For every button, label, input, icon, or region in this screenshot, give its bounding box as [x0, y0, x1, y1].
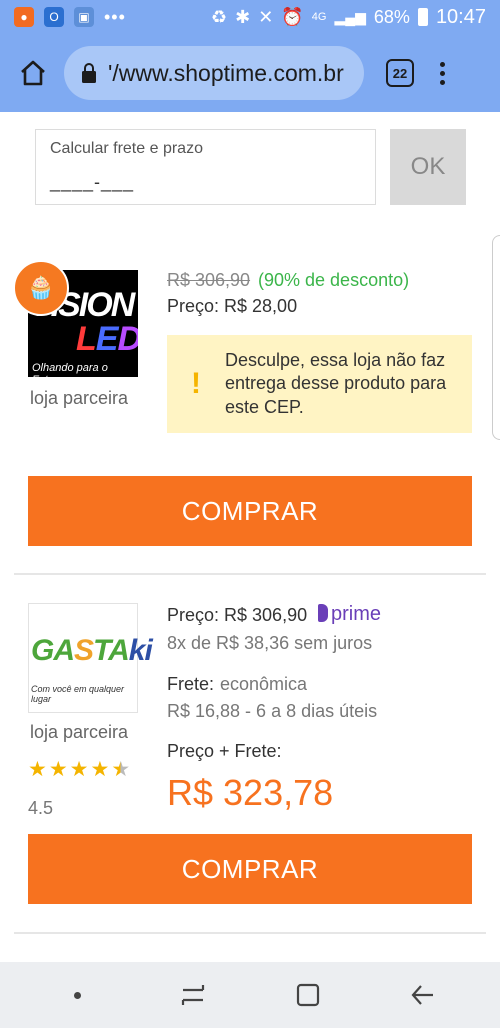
old-price: R$ 306,90 [167, 270, 251, 290]
shipping-label: Frete: [167, 674, 215, 694]
recent-apps-icon[interactable] [173, 975, 213, 1015]
prime-icon [318, 604, 328, 622]
discount-label: (90% de desconto) [258, 270, 410, 290]
calculate-shipping-button[interactable]: OK [390, 129, 466, 205]
star-icon: ★ [69, 758, 89, 781]
system-navigation-bar [0, 962, 500, 1028]
divider [14, 932, 486, 934]
installments: 8x de R$ 38,36 sem juros [167, 633, 373, 653]
price: Preço: R$ 306,90 [167, 605, 308, 625]
prime-label: prime [318, 603, 381, 626]
price: Preço: R$ 28,00 [167, 296, 298, 316]
gallery-icon: ▣ [74, 7, 94, 27]
cep-input[interactable]: Calcular frete e prazo ____-___ [35, 129, 376, 205]
logo-tagline: Com você em qualquer lugar [31, 684, 125, 704]
alarm-icon: ⏰ [281, 6, 304, 27]
logo-tagline: Olhando para o Futuro [32, 362, 108, 377]
logo-text: GASTAki [31, 634, 153, 667]
warning-message: Desculpe, essa loja não faz entrega dess… [225, 349, 447, 417]
app-notification-icon: ● [14, 7, 34, 27]
half-star-icon: ★ [111, 758, 131, 781]
buy-button[interactable]: COMPRAR [28, 834, 472, 904]
anniversary-badge: 🧁 [13, 260, 69, 316]
dot-indicator-icon[interactable] [58, 975, 98, 1015]
network-type: 4G [311, 11, 327, 23]
signal-icon: ▂▄▆ [334, 8, 366, 25]
star-icon: ★ [90, 758, 110, 781]
more-notifications-icon: ••• [104, 6, 126, 27]
battery-percent: 68% [373, 6, 410, 27]
url-text: '/www.shoptime.com.br [108, 59, 344, 86]
shipping-detail: R$ 16,88 - 6 a 8 dias úteis [167, 701, 378, 721]
divider [14, 573, 486, 575]
total-label: Preço + Frete: [167, 741, 282, 761]
address-bar[interactable]: '/www.shoptime.com.br [64, 46, 364, 100]
cep-value: ____-___ [50, 172, 135, 192]
cupcake-icon: 🧁 [27, 275, 55, 300]
logo-led-text: LED [76, 320, 138, 358]
browser-toolbar: '/www.shoptime.com.br 22 [0, 34, 500, 112]
seller-logo-gastaki[interactable]: GASTAki Com você em qualquer lugar [28, 603, 153, 713]
clock: 10:47 [435, 5, 486, 28]
outlook-icon: O [44, 7, 64, 27]
rating-value: 4.5 [28, 798, 54, 818]
home-button-icon[interactable] [288, 975, 328, 1015]
rating-stars: ★ ★ ★ ★ ★ [28, 757, 130, 782]
seller-type: loja parceira [30, 722, 129, 742]
buy-button[interactable]: COMPRAR [28, 476, 472, 546]
seller-type: loja parceira [30, 388, 129, 408]
lock-icon [80, 62, 98, 84]
shipping-type: econômica [220, 674, 308, 694]
cep-placeholder: Calcular frete e prazo [50, 140, 203, 157]
bluetooth-icon: ✱ [235, 6, 251, 27]
total-value: R$ 323,78 [167, 772, 334, 813]
status-bar: ● O ▣ ••• ♻ ✱ ✕ ⏰ 4G ▂▄▆ 68% 10:47 [0, 0, 500, 34]
star-icon: ★ [28, 758, 47, 781]
mute-icon: ✕ [258, 6, 274, 27]
recycle-icon: ♻ [211, 6, 228, 27]
overflow-menu-icon[interactable] [440, 61, 445, 85]
tab-switcher-button[interactable]: 22 [386, 59, 414, 87]
back-icon[interactable] [403, 975, 443, 1015]
warning-icon: ! [191, 367, 201, 400]
star-icon: ★ [48, 758, 68, 781]
battery-icon [417, 8, 428, 26]
scroll-handle[interactable] [492, 235, 500, 440]
home-icon[interactable] [16, 56, 50, 90]
delivery-warning: ! Desculpe, essa loja não faz entrega de… [167, 335, 472, 433]
